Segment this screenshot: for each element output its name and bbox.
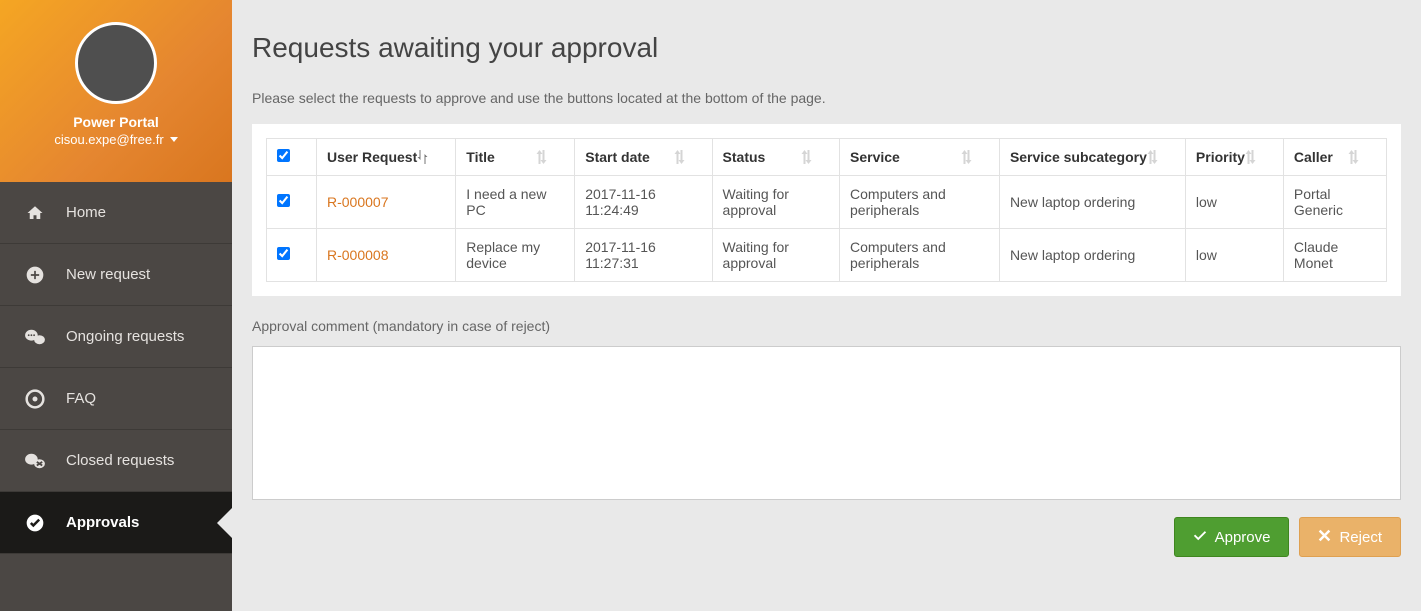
- sidebar-item-label: FAQ: [66, 390, 96, 407]
- column-header[interactable]: Title: [456, 139, 575, 176]
- row-select-cell: [267, 176, 317, 229]
- sort-icon: [674, 150, 686, 164]
- sidebar-item-label: New request: [66, 266, 150, 283]
- column-header-label: User Request: [327, 149, 417, 165]
- reject-button[interactable]: Reject: [1299, 517, 1401, 557]
- approve-button-label: Approve: [1215, 529, 1271, 546]
- sidebar-item-label: Ongoing requests: [66, 328, 184, 345]
- close-icon: [1318, 529, 1331, 546]
- column-header-label: Start date: [585, 149, 650, 165]
- sidebar-item-approvals[interactable]: Approvals: [0, 492, 232, 554]
- sidebar: Power Portal cisou.expe@free.fr Home New …: [0, 0, 232, 611]
- sort-icon: [417, 150, 429, 164]
- cell-caller: Portal Generic: [1283, 176, 1386, 229]
- request-link[interactable]: R-000008: [327, 247, 389, 263]
- column-header-label: Status: [723, 149, 766, 165]
- column-header-label: Service: [850, 149, 900, 165]
- profile-email: cisou.expe@free.fr: [54, 132, 163, 147]
- cell-service: Computers and peripherals: [840, 229, 1000, 282]
- sidebar-item-ongoing-requests[interactable]: Ongoing requests: [0, 306, 232, 368]
- request-link[interactable]: R-000007: [327, 194, 389, 210]
- column-header[interactable]: Service subcategory: [999, 139, 1185, 176]
- cell-title: I need a new PC: [456, 176, 575, 229]
- sidebar-item-label: Home: [66, 204, 106, 221]
- cell-subcategory: New laptop ordering: [999, 229, 1185, 282]
- new-request-icon: [24, 265, 46, 285]
- table-row: R-000007 I need a new PC2017-11-16 11:24:…: [267, 176, 1387, 229]
- main-content: Requests awaiting your approval Please s…: [232, 0, 1421, 611]
- cell-start-date: 2017-11-16 11:27:31: [575, 229, 712, 282]
- reject-button-label: Reject: [1339, 529, 1382, 546]
- cell-start-date: 2017-11-16 11:24:49: [575, 176, 712, 229]
- sidebar-item-label: Closed requests: [66, 452, 174, 469]
- sort-icon: [801, 150, 813, 164]
- cell-priority: low: [1185, 176, 1283, 229]
- caret-down-icon: [170, 137, 178, 142]
- action-row: Approve Reject: [252, 517, 1401, 557]
- select-all-cell: [267, 139, 317, 176]
- closed-requests-icon: [24, 451, 46, 471]
- approvals-icon: [24, 513, 46, 533]
- faq-icon: [24, 389, 46, 409]
- cell-subcategory: New laptop ordering: [999, 176, 1185, 229]
- page-description: Please select the requests to approve an…: [252, 90, 1401, 106]
- row-checkbox[interactable]: [277, 247, 290, 260]
- profile-panel: Power Portal cisou.expe@free.fr: [0, 0, 232, 182]
- profile-name: Power Portal: [73, 114, 159, 130]
- sort-icon: [1147, 150, 1159, 164]
- cell-title: Replace my device: [456, 229, 575, 282]
- avatar: [75, 22, 157, 104]
- sidebar-item-label: Approvals: [66, 514, 139, 531]
- table-row: R-000008 Replace my device2017-11-16 11:2…: [267, 229, 1387, 282]
- column-header[interactable]: Priority: [1185, 139, 1283, 176]
- sort-icon: [536, 150, 548, 164]
- requests-table: User Request Title Start date Status Service…: [266, 138, 1387, 282]
- cell-request: R-000008: [317, 229, 456, 282]
- column-header-label: Service subcategory: [1010, 149, 1147, 165]
- cell-request: R-000007: [317, 176, 456, 229]
- comment-label: Approval comment (mandatory in case of r…: [252, 318, 1401, 334]
- column-header-label: Caller: [1294, 149, 1333, 165]
- table-header-row: User Request Title Start date Status Service…: [267, 139, 1387, 176]
- column-header[interactable]: Caller: [1283, 139, 1386, 176]
- sidebar-item-faq[interactable]: FAQ: [0, 368, 232, 430]
- requests-card: User Request Title Start date Status Service…: [252, 124, 1401, 296]
- cell-status: Waiting for approval: [712, 229, 839, 282]
- cell-status: Waiting for approval: [712, 176, 839, 229]
- check-icon: [1193, 528, 1207, 546]
- cell-service: Computers and peripherals: [840, 176, 1000, 229]
- profile-email-dropdown[interactable]: cisou.expe@free.fr: [54, 132, 177, 147]
- column-header[interactable]: User Request: [317, 139, 456, 176]
- row-select-cell: [267, 229, 317, 282]
- column-header[interactable]: Status: [712, 139, 839, 176]
- column-header-label: Priority: [1196, 149, 1245, 165]
- column-header-label: Title: [466, 149, 495, 165]
- select-all-checkbox[interactable]: [277, 149, 290, 162]
- table-body: R-000007 I need a new PC2017-11-16 11:24:…: [267, 176, 1387, 282]
- sort-icon: [1348, 150, 1360, 164]
- home-icon: [24, 203, 46, 223]
- cell-caller: Claude Monet: [1283, 229, 1386, 282]
- row-checkbox[interactable]: [277, 194, 290, 207]
- sort-icon: [1245, 150, 1257, 164]
- ongoing-requests-icon: [24, 327, 46, 347]
- cell-priority: low: [1185, 229, 1283, 282]
- approval-comment-input[interactable]: [252, 346, 1401, 500]
- sort-icon: [961, 150, 973, 164]
- column-header[interactable]: Service: [840, 139, 1000, 176]
- sidebar-item-new-request[interactable]: New request: [0, 244, 232, 306]
- sidebar-item-closed-requests[interactable]: Closed requests: [0, 430, 232, 492]
- column-header[interactable]: Start date: [575, 139, 712, 176]
- sidebar-item-home[interactable]: Home: [0, 182, 232, 244]
- approve-button[interactable]: Approve: [1174, 517, 1290, 557]
- nav-list: Home New request Ongoing requests FAQ Closed…: [0, 182, 232, 554]
- page-title: Requests awaiting your approval: [252, 32, 1401, 64]
